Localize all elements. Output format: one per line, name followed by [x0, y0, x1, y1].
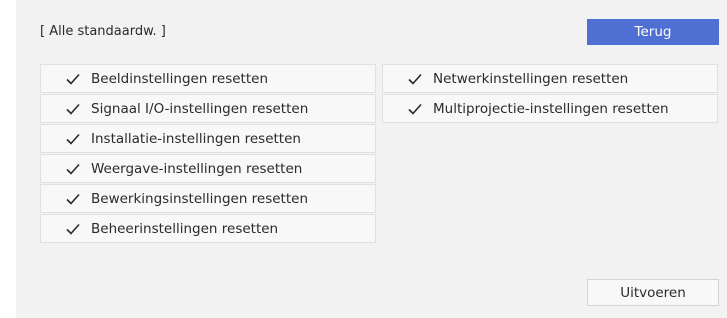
execute-button[interactable]: Uitvoeren: [587, 279, 719, 306]
checkmark-icon: [407, 71, 423, 87]
reset-installation-settings-item[interactable]: Installatie-instellingen resetten: [40, 124, 376, 153]
reset-image-settings-item[interactable]: Beeldinstellingen resetten: [40, 64, 376, 93]
item-label: Signaal I/O-instellingen resetten: [91, 100, 309, 117]
reset-options-right-column: Netwerkinstellingen resetten Multiprojec…: [382, 64, 718, 124]
item-label: Beeldinstellingen resetten: [91, 70, 269, 87]
reset-options-left-column: Beeldinstellingen resetten Signaal I/O-i…: [40, 64, 376, 244]
back-button[interactable]: Terug: [587, 19, 719, 45]
checkmark-icon: [65, 191, 81, 207]
item-label: Bewerkingsinstellingen resetten: [91, 190, 309, 207]
reset-operation-settings-item[interactable]: Bewerkingsinstellingen resetten: [40, 184, 376, 213]
page-title: [ Alle standaardw. ]: [40, 24, 166, 39]
checkmark-icon: [65, 71, 81, 87]
checkmark-icon: [65, 131, 81, 147]
reset-network-settings-item[interactable]: Netwerkinstellingen resetten: [382, 64, 718, 93]
checkmark-icon: [65, 161, 81, 177]
checkmark-icon: [407, 101, 423, 117]
reset-display-settings-item[interactable]: Weergave-instellingen resetten: [40, 154, 376, 183]
item-label: Beheerinstellingen resetten: [91, 220, 279, 237]
reset-management-settings-item[interactable]: Beheerinstellingen resetten: [40, 214, 376, 243]
item-label: Weergave-instellingen resetten: [91, 160, 303, 177]
checkmark-icon: [65, 101, 81, 117]
item-label: Installatie-instellingen resetten: [91, 130, 301, 147]
item-label: Netwerkinstellingen resetten: [433, 70, 629, 87]
checkmark-icon: [65, 221, 81, 237]
reset-multiprojection-settings-item[interactable]: Multiprojectie-instellingen resetten: [382, 94, 718, 123]
reset-all-panel: [ Alle standaardw. ] Terug Beeldinstelli…: [16, 0, 727, 318]
reset-signal-io-settings-item[interactable]: Signaal I/O-instellingen resetten: [40, 94, 376, 123]
item-label: Multiprojectie-instellingen resetten: [433, 100, 669, 117]
